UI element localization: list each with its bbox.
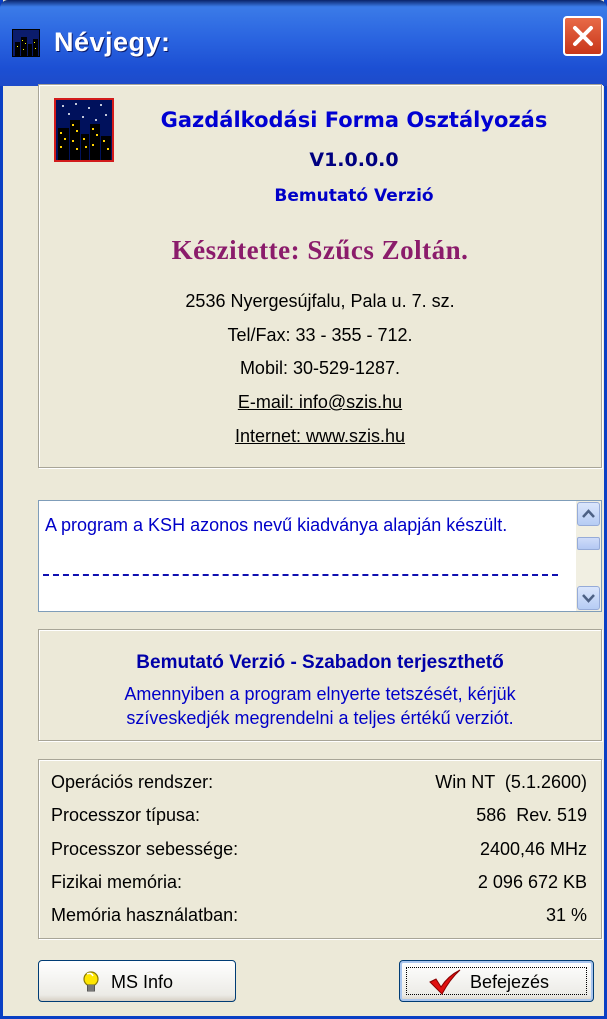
scroll-thumb[interactable] [577,537,600,550]
sysinfo-value: Win NT (5.1.2600) [435,772,587,792]
demo-notice-title: Bemutató Verzió - Szabadon terjeszthető [136,652,504,673]
scroll-down-button[interactable] [577,586,600,610]
author-label: Készitette: Szűcs Zoltán. [171,235,469,265]
sysinfo-value: 586 Rev. 519 [476,805,587,825]
sysinfo-value: 2400,46 MHz [479,839,587,859]
sysinfo-label: Memória használatban: [51,905,239,925]
checkmark-icon [429,969,461,995]
address-text: 2536 Nyergesújfalu, Pala u. 7. sz. [185,291,455,311]
demo-notice-panel: Bemutató Verzió - Szabadon terjeszthető … [38,629,602,741]
sysinfo-label: Operációs rendszer: [51,772,214,792]
close-button[interactable] [563,16,603,56]
product-name: Gazdálkodási Forma Osztályozás [160,108,548,132]
sysinfo-row: Processzor típusa: 586 Rev. 519 [51,805,587,831]
email-link[interactable]: E-mail: info@szis.hu [238,392,402,412]
sysinfo-row: Memória használatban: 31 % [51,905,587,931]
internet-link[interactable]: Internet: www.szis.hu [235,426,405,446]
sysinfo-row: Processzor sebessége: 2400,46 MHz [51,839,587,865]
window-title: Névjegy: [54,27,171,57]
sysinfo-value: 2 096 672 KB [477,872,587,892]
chevron-up-icon [582,509,595,518]
chevron-down-icon [582,594,595,603]
sysinfo-label: Processzor típusa: [51,805,201,825]
lightbulb-icon [83,971,99,992]
finish-label: Befejezés [470,972,550,992]
phone-text: Tel/Fax: 33 - 355 - 712. [227,325,413,345]
ms-info-label: MS Info [111,972,174,992]
notes-textarea[interactable]: A program a KSH azonos nevű kiadványa al… [38,500,602,612]
sysinfo-label: Processzor sebessége: [51,839,239,859]
sysinfo-row: Operációs rendszer: Win NT (5.1.2600) [51,772,587,798]
mobile-text: Mobil: 30-529-1287. [239,358,401,378]
night-city-icon [12,29,40,57]
title-bar[interactable]: Névjegy: [0,0,607,86]
close-icon [573,26,593,46]
about-dialog: Névjegy: Gazdálkodási Forma Osztályozás … [0,0,607,1019]
finish-button[interactable]: Befejezés [399,960,594,1002]
edition-label: Bemutató Verzió [274,186,434,206]
vertical-scrollbar[interactable] [576,501,601,611]
version-label: V1.0.0.0 [309,149,399,171]
sysinfo-label: Fizikai memória: [51,872,183,892]
scroll-up-button[interactable] [577,502,600,526]
system-info-panel: Operációs rendszer: Win NT (5.1.2600) Pr… [38,759,602,939]
sysinfo-value: 31 % [545,905,587,925]
about-panel: Gazdálkodási Forma Osztályozás V1.0.0.0 … [38,84,602,468]
demo-notice-line1: Amennyiben a program elnyerte tetszését,… [124,684,516,704]
ms-info-button[interactable]: MS Info [38,960,236,1002]
sysinfo-row: Fizikai memória: 2 096 672 KB [51,872,587,898]
notes-text: A program a KSH azonos nevű kiadványa al… [45,515,508,535]
demo-notice-line2: szíveskedjék megrendelni a teljes értékű… [126,708,514,728]
separator-line [43,574,558,576]
